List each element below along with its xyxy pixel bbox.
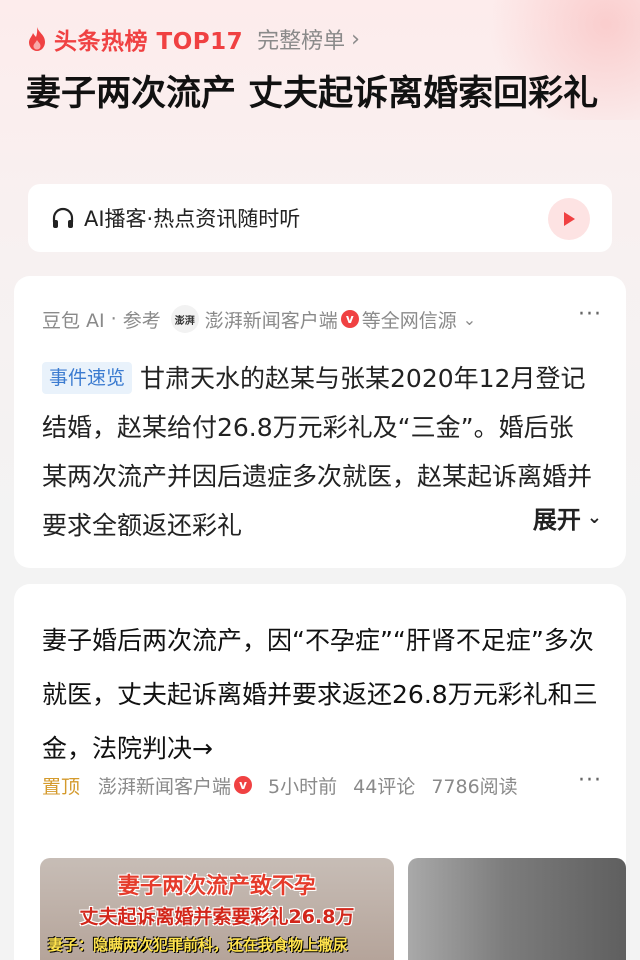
thumbnail-caption-2: 丈夫起诉离婚并索要彩礼26.8万 (79, 906, 355, 928)
event-tag: 事件速览 (42, 362, 133, 394)
post-source[interactable]: 澎湃新闻客户端 (98, 772, 231, 799)
comment-count: 44评论 (353, 775, 416, 798)
separator-dot: · (110, 308, 117, 330)
image-thumbnail[interactable] (408, 858, 626, 960)
post-meta: 置顶 澎湃新闻客户端 v 5小时前 44评论 7786阅读 ··· (42, 768, 602, 800)
more-icon[interactable]: ··· (578, 768, 602, 793)
hot-rank-label: 头条热榜 TOP17 (54, 29, 244, 55)
page-title: 妻子两次流产 丈夫起诉离婚索回彩礼 (26, 74, 599, 114)
sources-suffix[interactable]: 等全网信源 (362, 306, 457, 333)
expand-button[interactable]: 展开 ⌄ (498, 495, 602, 539)
chevron-down-icon[interactable]: ⌄ (463, 310, 476, 329)
verified-icon: v (234, 776, 253, 794)
read-count: 7786阅读 (431, 775, 518, 798)
chevron-right-icon: › (351, 26, 360, 52)
expand-label: 展开 (532, 505, 581, 534)
play-button[interactable] (548, 198, 590, 240)
chevron-down-icon: ⌄ (586, 506, 602, 528)
news-post-card[interactable]: 妻子婚后两次流产，因“不孕症”“肝肾不足症”多次就医，丈夫起诉离婚并要求返还26… (14, 584, 626, 960)
reference-label: 参考 (122, 309, 161, 332)
ai-podcast-bar[interactable]: AI播客·热点资讯随时听 (28, 184, 612, 252)
thumbnail-caption-3: 妻子：隐瞒两次犯罪前科，还在我食物上撒尿 (48, 936, 349, 954)
more-icon[interactable]: ··· (578, 302, 602, 327)
podcast-label: AI播客·热点资讯随时听 (84, 207, 301, 231)
video-thumbnail[interactable]: 妻子两次流产致不孕 丈夫起诉离婚并索要彩礼26.8万 妻子：隐瞒两次犯罪前科，还… (40, 858, 394, 960)
ai-source-line: 豆包 AI · 参考 澎湃 澎湃新闻客户端 v 等全网信源 ⌄ ··· (42, 302, 602, 334)
thumbnail-caption-1: 妻子两次流产致不孕 (117, 874, 316, 899)
hot-list-header[interactable]: 头条热榜 TOP17 完整榜单 › (26, 22, 360, 56)
full-list-link[interactable]: 完整榜单 › (257, 23, 360, 55)
source-name[interactable]: 澎湃新闻客户端 (205, 306, 338, 333)
verified-icon: v (340, 310, 359, 328)
headphones-icon (52, 207, 74, 228)
pinned-badge: 置顶 (42, 775, 81, 798)
ai-source: 豆包 AI (42, 309, 105, 332)
post-time: 5小时前 (268, 775, 338, 798)
flame-icon (29, 27, 45, 51)
play-icon (564, 212, 575, 226)
full-list-label: 完整榜单 (257, 29, 346, 54)
ai-summary-card: 豆包 AI · 参考 澎湃 澎湃新闻客户端 v 等全网信源 ⌄ ··· 事件速览… (14, 276, 626, 568)
post-title[interactable]: 妻子婚后两次流产，因“不孕症”“肝肾不足症”多次就医，丈夫起诉离婚并要求返还26… (42, 614, 602, 776)
source-logo: 澎湃 (170, 305, 199, 333)
